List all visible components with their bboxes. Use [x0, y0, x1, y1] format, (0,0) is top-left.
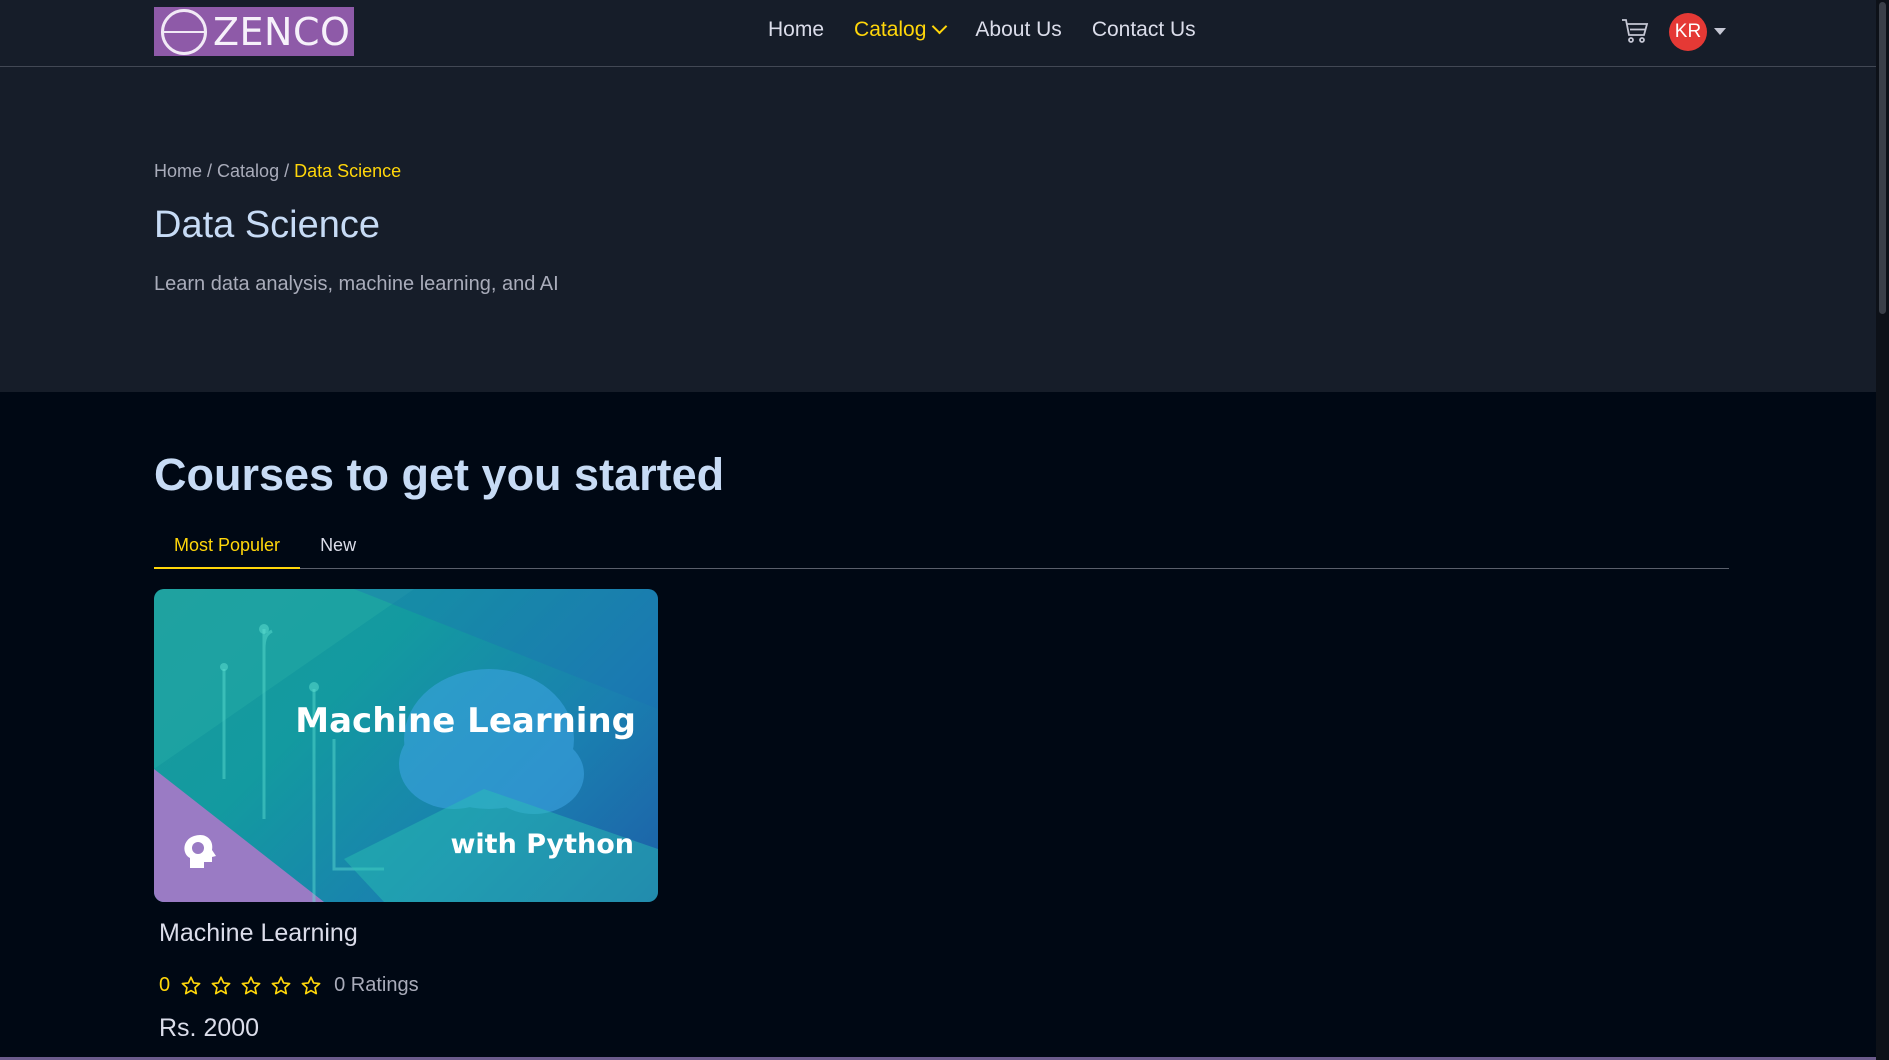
courses-heading: Courses to get you started — [154, 449, 725, 500]
ratings-count: 0 Ratings — [334, 974, 419, 996]
thumbnail-subtitle: with Python — [450, 829, 634, 860]
nav-home[interactable]: Home — [768, 18, 824, 42]
star-empty-icon — [241, 975, 261, 994]
nav-catalog[interactable]: Catalog — [854, 18, 948, 42]
breadcrumb: Home / Catalog / Data Science — [154, 161, 401, 182]
nav-catalog-label: Catalog — [854, 18, 927, 41]
course-rating: 0 0 Ratings — [159, 974, 419, 997]
page-description: Learn data analysis, machine learning, a… — [154, 273, 559, 295]
nav-contact-us[interactable]: Contact Us — [1092, 18, 1196, 42]
star-empty-icon — [271, 975, 291, 994]
nav-links: Home Catalog About Us Contact Us — [768, 18, 1226, 42]
category-hero: Home / Catalog / Data Science Data Science L… — [0, 67, 1876, 392]
course-price: Rs. 2000 — [159, 1014, 260, 1042]
scrollbar-thumb[interactable] — [1879, 2, 1886, 314]
breadcrumb-catalog[interactable]: Catalog — [217, 161, 279, 181]
caret-down-icon[interactable] — [1714, 28, 1726, 35]
course-title[interactable]: Machine Learning — [159, 919, 358, 948]
tab-new[interactable]: New — [300, 529, 376, 569]
rating-value: 0 — [159, 974, 171, 996]
course-card[interactable]: Machine Learning with Python Machine Lea… — [154, 589, 658, 1042]
star-empty-icon — [211, 975, 231, 994]
page-title: Data Science — [154, 204, 381, 246]
star-empty-icon — [301, 975, 321, 994]
user-avatar[interactable]: KR — [1669, 13, 1707, 51]
breadcrumb-current: Data Science — [294, 161, 402, 181]
breadcrumb-separator: / — [284, 161, 290, 181]
course-thumbnail[interactable]: Machine Learning with Python — [154, 589, 658, 902]
zenco-logo[interactable]: ZENCO — [154, 7, 354, 56]
thumbnail-title: Machine Learning — [295, 701, 636, 741]
star-empty-icon — [181, 975, 201, 994]
top-navbar: ZENCO Home Catalog About Us Contact Us K… — [0, 0, 1876, 67]
course-tabs: Most Populer New — [154, 529, 1729, 569]
tab-most-popular[interactable]: Most Populer — [154, 529, 301, 569]
logo-text: ZENCO — [213, 9, 351, 54]
nav-about-us[interactable]: About Us — [975, 18, 1061, 42]
breadcrumb-home[interactable]: Home — [154, 161, 202, 181]
breadcrumb-separator: / — [207, 161, 213, 181]
cart-icon[interactable] — [1620, 16, 1650, 46]
page-scrollbar[interactable] — [1876, 0, 1889, 1060]
logo-globe-icon — [161, 8, 207, 55]
chevron-down-icon — [932, 18, 948, 34]
